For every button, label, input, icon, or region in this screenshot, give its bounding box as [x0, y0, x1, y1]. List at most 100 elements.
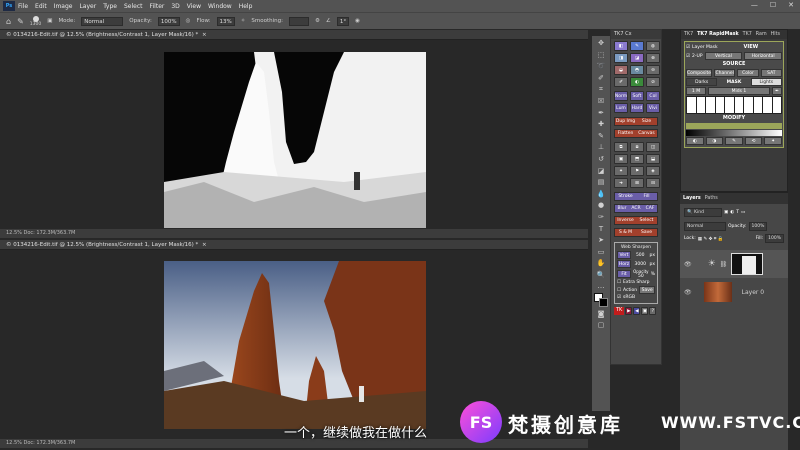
filter-type-icon[interactable]: T	[736, 210, 739, 215]
dodge-tool-icon[interactable]: ●	[595, 200, 607, 210]
norm-button[interactable]: Norm	[614, 91, 628, 101]
tk7-icon-button[interactable]: ⬒	[630, 154, 644, 164]
action-checkbox[interactable]: ☐	[617, 288, 621, 293]
tk7-icon-button[interactable]: ✎	[630, 41, 644, 51]
menu-item-help[interactable]: Help	[239, 3, 253, 10]
brush-panel-icon[interactable]: ▣	[47, 18, 52, 24]
shape-tool-icon[interactable]: ▭	[595, 247, 607, 257]
menu-item-select[interactable]: Select	[124, 3, 143, 10]
col-button[interactable]: Col	[646, 91, 660, 101]
horz-button[interactable]: Horz	[617, 260, 631, 268]
tk7-footer-button[interactable]: ▣	[641, 307, 649, 315]
soft-button[interactable]: Soft	[630, 91, 644, 101]
tk7-icon-button[interactable]: ✦	[614, 166, 628, 176]
opacity-field[interactable]: 100%	[157, 16, 180, 26]
menu-item-edit[interactable]: Edit	[35, 3, 47, 10]
color-button[interactable]: Color	[737, 69, 759, 77]
menu-item-type[interactable]: Type	[103, 3, 117, 10]
menu-item-file[interactable]: File	[18, 3, 28, 10]
marquee-tool-icon[interactable]: ⬚	[595, 50, 607, 60]
frame-tool-icon[interactable]: ☒	[595, 96, 607, 106]
flow-field[interactable]: 13%	[216, 16, 235, 26]
size-button[interactable]: Size	[636, 119, 657, 124]
tk7-icon-button[interactable]: ⊖	[646, 65, 660, 75]
inverse-button[interactable]: Inverse	[615, 218, 636, 223]
vert-button[interactable]: Vert	[617, 251, 631, 259]
eyedropper-tool-icon[interactable]: ✒	[595, 108, 607, 118]
tk7-icon-button[interactable]: ◧	[614, 41, 628, 51]
vert-field[interactable]: 500	[633, 253, 647, 258]
visibility-eye-icon[interactable]: 👁	[684, 289, 692, 296]
tk7-icon-button[interactable]: ◓	[630, 65, 644, 75]
modify-tool-button[interactable]: ✦	[764, 137, 782, 145]
tk7-icon-button[interactable]: ▣	[614, 154, 628, 164]
crop-tool-icon[interactable]: ⌗	[595, 84, 607, 94]
lasso-tool-icon[interactable]: ➰	[595, 61, 607, 71]
menu-item-view[interactable]: View	[187, 3, 201, 10]
save-button[interactable]: Save	[636, 230, 657, 235]
zoom-tool-icon[interactable]: 🔍	[595, 270, 607, 280]
channel-button[interactable]: Channel	[714, 69, 736, 77]
lum-button[interactable]: Lum	[614, 103, 628, 113]
tab-tk7[interactable]: TK7	[684, 30, 693, 39]
gradient-tool-icon[interactable]: ▤	[595, 177, 607, 187]
close-button[interactable]: ✕	[788, 1, 794, 9]
blur-tool-icon[interactable]: 💧	[595, 189, 607, 199]
sharpen-save-button[interactable]: Save	[639, 286, 656, 294]
flatten-button[interactable]: Flatten	[615, 131, 636, 136]
document-tab[interactable]: © 0134216-Edit.tif @ 12.5% (Brightness/C…	[0, 30, 588, 40]
close-tab-icon[interactable]: ×	[202, 242, 207, 248]
s-and-m-button[interactable]: S & M	[615, 230, 636, 235]
canvas-button[interactable]: Canvas	[636, 131, 657, 136]
brush-preset[interactable]: 1300	[30, 15, 41, 27]
layer-opacity-field[interactable]: 100%	[748, 222, 768, 231]
quick-mask-icon[interactable]: ◙	[595, 309, 607, 319]
color-swatches[interactable]	[594, 293, 608, 308]
blur-button[interactable]: Blur	[615, 206, 629, 211]
fit-button[interactable]: Fit	[617, 270, 631, 278]
document-tab[interactable]: © 0134216-Edit.tif @ 12.5% (Brightness/C…	[0, 240, 588, 250]
menu-item-image[interactable]: Image	[54, 3, 73, 10]
darks-button[interactable]: Darks	[686, 78, 718, 86]
filter-pixel-icon[interactable]: ▣	[724, 210, 728, 215]
home-icon[interactable]: ⌂	[6, 17, 11, 26]
tk7-icon-button[interactable]: ⬓	[646, 154, 660, 164]
tk7-icon-button[interactable]: ⊕	[646, 53, 660, 63]
airbrush-icon[interactable]: ✧	[241, 18, 246, 24]
type-tool-icon[interactable]: T	[595, 224, 607, 234]
two-up-checkbox[interactable]: ☑	[686, 54, 690, 59]
stroke-button[interactable]: Stroke	[615, 194, 636, 199]
eraser-tool-icon[interactable]: ◪	[595, 166, 607, 176]
mids-button[interactable]: Mids 1	[708, 87, 770, 95]
pressure-size-icon[interactable]: ◉	[355, 18, 360, 24]
slider-strip[interactable]	[686, 96, 782, 114]
move-tool-icon[interactable]: ✥	[595, 38, 607, 48]
tk7-icon-button[interactable]: ◨	[614, 53, 628, 63]
select-button[interactable]: Select	[636, 218, 657, 223]
menu-item-window[interactable]: Window	[208, 3, 232, 10]
hard-button[interactable]: Hard	[630, 103, 644, 113]
minimize-button[interactable]: —	[751, 1, 758, 9]
brush-tool-icon[interactable]: ✎	[595, 131, 607, 141]
tab-layers[interactable]: Layers	[683, 193, 701, 204]
lock-icons[interactable]: ▦ ✎ ✥ ⌗ 🔒	[698, 236, 724, 242]
tab-tk7-rapidmask[interactable]: TK7 RapidMask	[697, 30, 739, 39]
tk7-icon-button[interactable]: ⧈	[630, 142, 644, 152]
tk7-icon-button[interactable]: ◪	[630, 53, 644, 63]
modify-tool-button[interactable]: ◐	[686, 137, 704, 145]
layer-mask-thumbnail[interactable]	[731, 253, 764, 275]
tab-ram[interactable]: Ram	[756, 30, 767, 39]
sat-button[interactable]: SAT	[760, 69, 783, 77]
brush-tool-icon[interactable]: ✎	[17, 17, 24, 26]
canvas-area[interactable]	[0, 40, 588, 229]
modify-tool-button[interactable]: ⟲	[744, 137, 763, 145]
srgb-checkbox[interactable]: ☑	[617, 295, 621, 300]
tk7-icon-button[interactable]: ◫	[646, 142, 660, 152]
layer-row-base[interactable]: 👁 Layer 0	[680, 278, 788, 306]
settings-gear-icon[interactable]: ⚙	[315, 18, 320, 24]
layer-row-adjustment[interactable]: 👁 ☀ ⛓	[680, 250, 788, 278]
vivi-button[interactable]: Vivi	[646, 103, 660, 113]
angle-field[interactable]: 1°	[336, 16, 350, 26]
menu-item-layer[interactable]: Layer	[79, 3, 96, 10]
pressure-opacity-icon[interactable]: ◎	[186, 18, 191, 24]
